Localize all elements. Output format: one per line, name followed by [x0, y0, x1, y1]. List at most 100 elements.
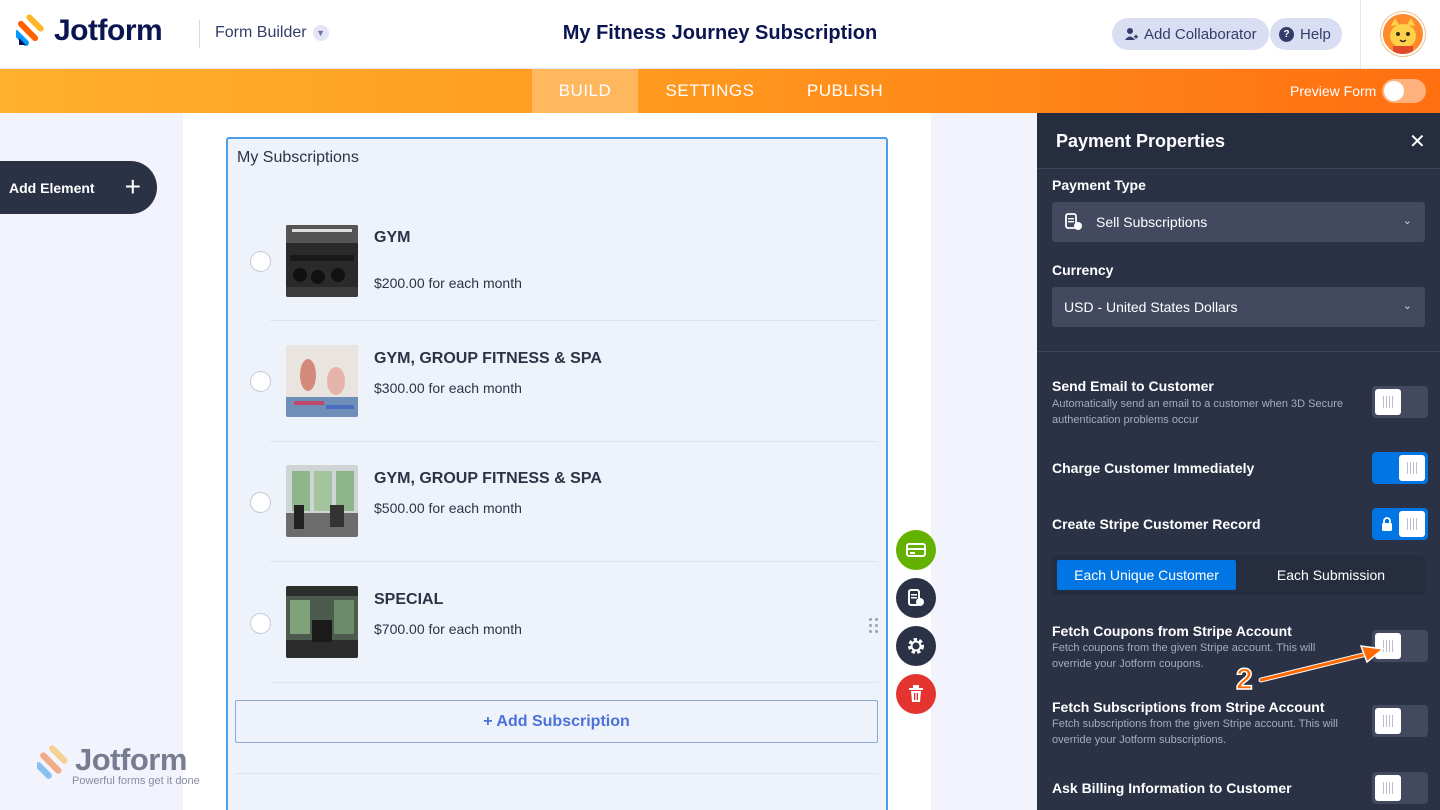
jotform-watermark-icon	[34, 745, 68, 779]
subscription-block-title: My Subscriptions	[237, 149, 359, 166]
annotation-arrow-icon	[1258, 645, 1385, 683]
currency-select[interactable]: USD - United States Dollars ⌄	[1052, 287, 1425, 327]
charge-immediately-toggle[interactable]	[1372, 452, 1428, 484]
send-email-label: Send Email to Customer	[1052, 378, 1214, 394]
add-element-button[interactable]: Add Element +	[0, 161, 157, 214]
field-settings-button[interactable]	[896, 626, 936, 666]
create-record-toggle[interactable]	[1372, 508, 1428, 540]
subscription-radio[interactable]	[250, 251, 271, 272]
top-bar: Jotform Form Builder ▼ My Fitness Journe…	[0, 0, 1440, 69]
lock-icon	[1382, 517, 1392, 531]
toggle-knob	[1375, 389, 1401, 415]
product-list-button[interactable]	[896, 578, 936, 618]
add-collaborator-label: Add Collaborator	[1144, 25, 1257, 43]
annotation-step-number: 2	[1235, 662, 1253, 697]
currency-value: USD - United States Dollars	[1064, 299, 1238, 315]
builder-nav: BUILD SETTINGS PUBLISH Preview Form	[0, 69, 1440, 113]
header-divider	[199, 20, 200, 48]
database-icon	[908, 589, 924, 606]
subscription-price: $200.00 for each month	[374, 275, 522, 291]
payment-type-value: Sell Subscriptions	[1096, 214, 1208, 230]
gear-icon	[908, 638, 924, 654]
each-submission-option[interactable]: Each Submission	[1242, 560, 1420, 590]
toggle-knob	[1384, 81, 1404, 101]
header-separator	[1360, 0, 1361, 69]
user-plus-icon	[1125, 28, 1138, 40]
add-subscription-button[interactable]: + Add Subscription	[235, 700, 878, 743]
subscription-name: SPECIAL	[374, 591, 444, 608]
tab-build[interactable]: BUILD	[532, 69, 638, 113]
panel-header: Payment Properties ✕	[1037, 113, 1440, 169]
toggle-knob	[1399, 455, 1425, 481]
add-collaborator-button[interactable]: Add Collaborator	[1112, 18, 1269, 50]
subscription-price: $500.00 for each month	[374, 500, 522, 516]
billing-info-label: Ask Billing Information to Customer	[1052, 780, 1292, 796]
preview-form-label: Preview Form	[1290, 83, 1377, 99]
gym-interior-image	[286, 465, 358, 537]
credit-card-icon	[906, 543, 926, 557]
chevron-down-icon: ⌄	[1402, 300, 1412, 312]
close-icon[interactable]: ✕	[1409, 129, 1426, 154]
customer-record-segmented: Each Unique Customer Each Submission	[1052, 555, 1425, 595]
help-button[interactable]: ? Help	[1270, 18, 1342, 50]
billing-info-toggle[interactable]	[1372, 772, 1428, 804]
gym-image	[286, 225, 358, 297]
form-builder-menu[interactable]: Form Builder ▼	[215, 24, 329, 42]
avatar-cat-icon	[1383, 14, 1423, 54]
watermark-tagline: Powerful forms get it done	[72, 775, 200, 787]
fetch-subscriptions-toggle[interactable]	[1372, 705, 1428, 737]
subscription-radio[interactable]	[250, 371, 271, 392]
subscription-icon	[1065, 213, 1082, 230]
tab-publish[interactable]: PUBLISH	[790, 69, 900, 113]
avatar[interactable]	[1381, 12, 1425, 56]
fetch-subscriptions-label: Fetch Subscriptions from Stripe Account	[1052, 699, 1325, 715]
panel-divider	[1037, 351, 1440, 352]
logo-text: Jotform	[54, 14, 163, 47]
payment-settings-button[interactable]	[896, 530, 936, 570]
toggle-knob	[1375, 775, 1401, 801]
form-builder-label: Form Builder	[215, 24, 307, 41]
fetch-subscriptions-description: Fetch subscriptions from the given Strip…	[1052, 718, 1338, 746]
plus-icon: +	[124, 171, 141, 202]
question-icon: ?	[1279, 26, 1294, 42]
subscription-name: GYM	[374, 229, 411, 246]
jotform-logo[interactable]: Jotform	[16, 14, 163, 48]
subscription-price: $300.00 for each month	[374, 380, 522, 396]
list-item	[270, 562, 878, 683]
list-item	[270, 321, 878, 442]
chevron-down-icon: ▼	[312, 25, 329, 41]
payment-properties-panel: Payment Properties ✕ Payment Type Sell S…	[1037, 113, 1440, 810]
create-record-label: Create Stripe Customer Record	[1052, 516, 1261, 532]
subscription-price: $700.00 for each month	[374, 621, 522, 637]
list-item	[270, 441, 878, 562]
fitness-class-image	[286, 345, 358, 417]
chevron-down-icon: ⌄	[1402, 215, 1412, 227]
each-unique-customer-option[interactable]: Each Unique Customer	[1057, 560, 1236, 590]
add-element-label: Add Element	[9, 179, 95, 196]
currency-label: Currency	[1052, 262, 1114, 278]
send-email-description: Automatically send an email to a custome…	[1052, 398, 1344, 426]
subscription-name: GYM, GROUP FITNESS & SPA	[374, 350, 602, 367]
help-label: Help	[1300, 25, 1331, 43]
divider	[235, 773, 878, 774]
jotform-watermark: Jotform Powerful forms get it done	[34, 742, 200, 787]
list-item	[270, 200, 878, 321]
subscription-name: GYM, GROUP FITNESS & SPA	[374, 470, 602, 487]
send-email-toggle[interactable]	[1372, 386, 1428, 418]
payment-type-label: Payment Type	[1052, 177, 1146, 193]
subscription-radio[interactable]	[250, 613, 271, 634]
panel-title: Payment Properties	[1056, 131, 1226, 151]
toggle-knob	[1375, 708, 1401, 734]
charge-immediately-label: Charge Customer Immediately	[1052, 460, 1255, 476]
preview-form-toggle[interactable]	[1382, 79, 1426, 103]
watermark-text: Jotform	[75, 742, 187, 777]
toggle-knob	[1399, 511, 1425, 537]
special-gym-image	[286, 586, 358, 658]
drag-handle-icon[interactable]	[869, 618, 881, 636]
tab-settings[interactable]: SETTINGS	[648, 69, 772, 113]
subscription-radio[interactable]	[250, 492, 271, 513]
jotform-logo-icon	[16, 14, 44, 46]
delete-field-button[interactable]	[896, 674, 936, 714]
payment-type-select[interactable]: Sell Subscriptions ⌄	[1052, 202, 1425, 242]
fetch-coupons-label: Fetch Coupons from Stripe Account	[1052, 623, 1292, 639]
